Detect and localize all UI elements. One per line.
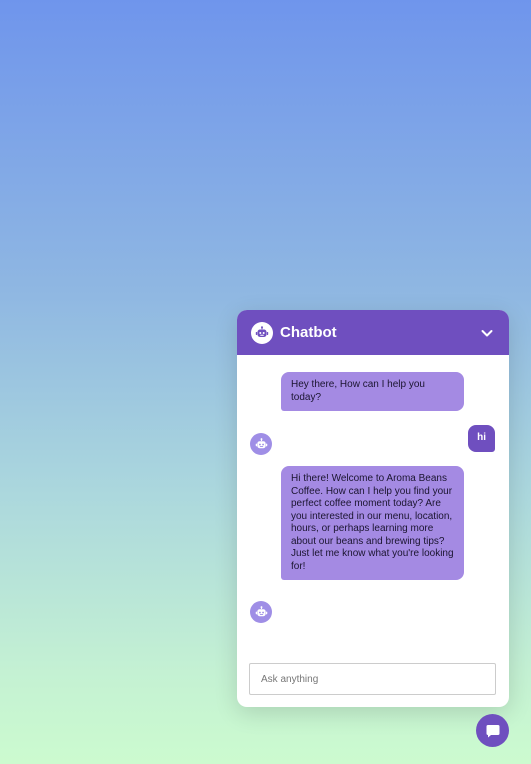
message-input[interactable] <box>249 663 496 695</box>
chevron-down-icon <box>481 329 493 336</box>
robot-icon <box>251 321 273 344</box>
chat-title: Chatbot <box>280 324 337 341</box>
chat-footer <box>249 663 496 695</box>
chat-toggle-button[interactable] <box>476 714 509 747</box>
bot-message: Hey there, How can I help you today? <box>281 372 464 411</box>
chat-bubble-icon <box>486 724 499 737</box>
collapse-button[interactable] <box>477 323 497 343</box>
message-list[interactable]: Hey there, How can I help you today? hi … <box>237 355 509 645</box>
user-message: hi <box>468 425 495 452</box>
bot-avatar <box>250 433 272 455</box>
bot-avatar <box>250 601 272 623</box>
chat-header: Chatbot <box>237 310 509 355</box>
robot-icon <box>255 605 267 616</box>
robot-icon <box>255 437 267 448</box>
bot-message: Hi there! Welcome to Aroma Beans Coffee.… <box>281 466 464 580</box>
chatbot-window: Chatbot Hey there, How can I help you to… <box>237 310 509 707</box>
